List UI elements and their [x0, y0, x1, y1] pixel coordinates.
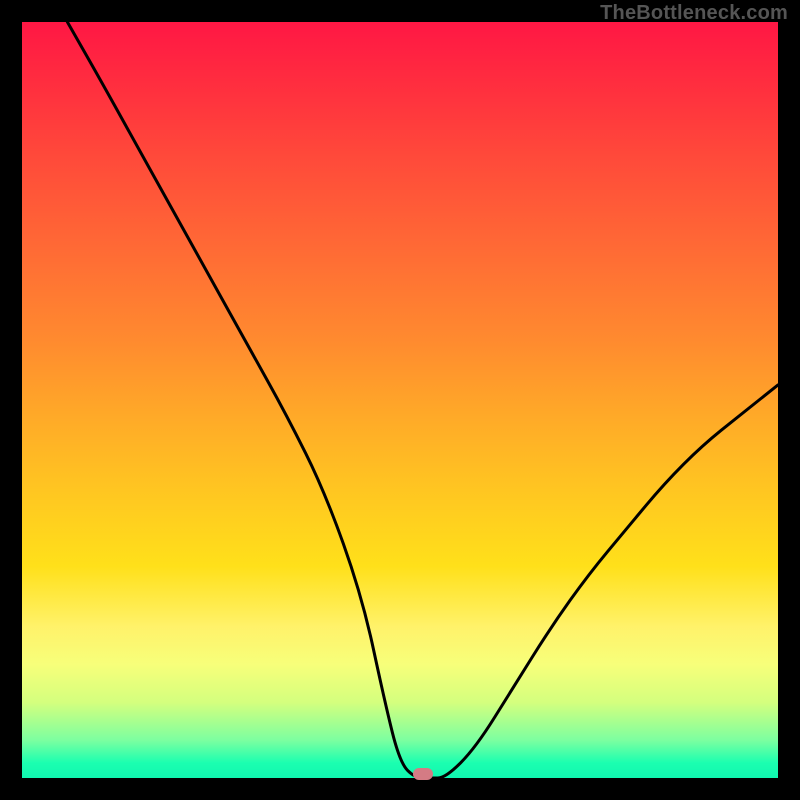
watermark-text: TheBottleneck.com — [600, 2, 788, 25]
curve-path — [67, 22, 778, 778]
bottleneck-curve — [22, 22, 778, 778]
chart-frame: TheBottleneck.com — [0, 0, 800, 800]
plot-area — [22, 22, 778, 778]
optimal-marker — [413, 768, 433, 780]
